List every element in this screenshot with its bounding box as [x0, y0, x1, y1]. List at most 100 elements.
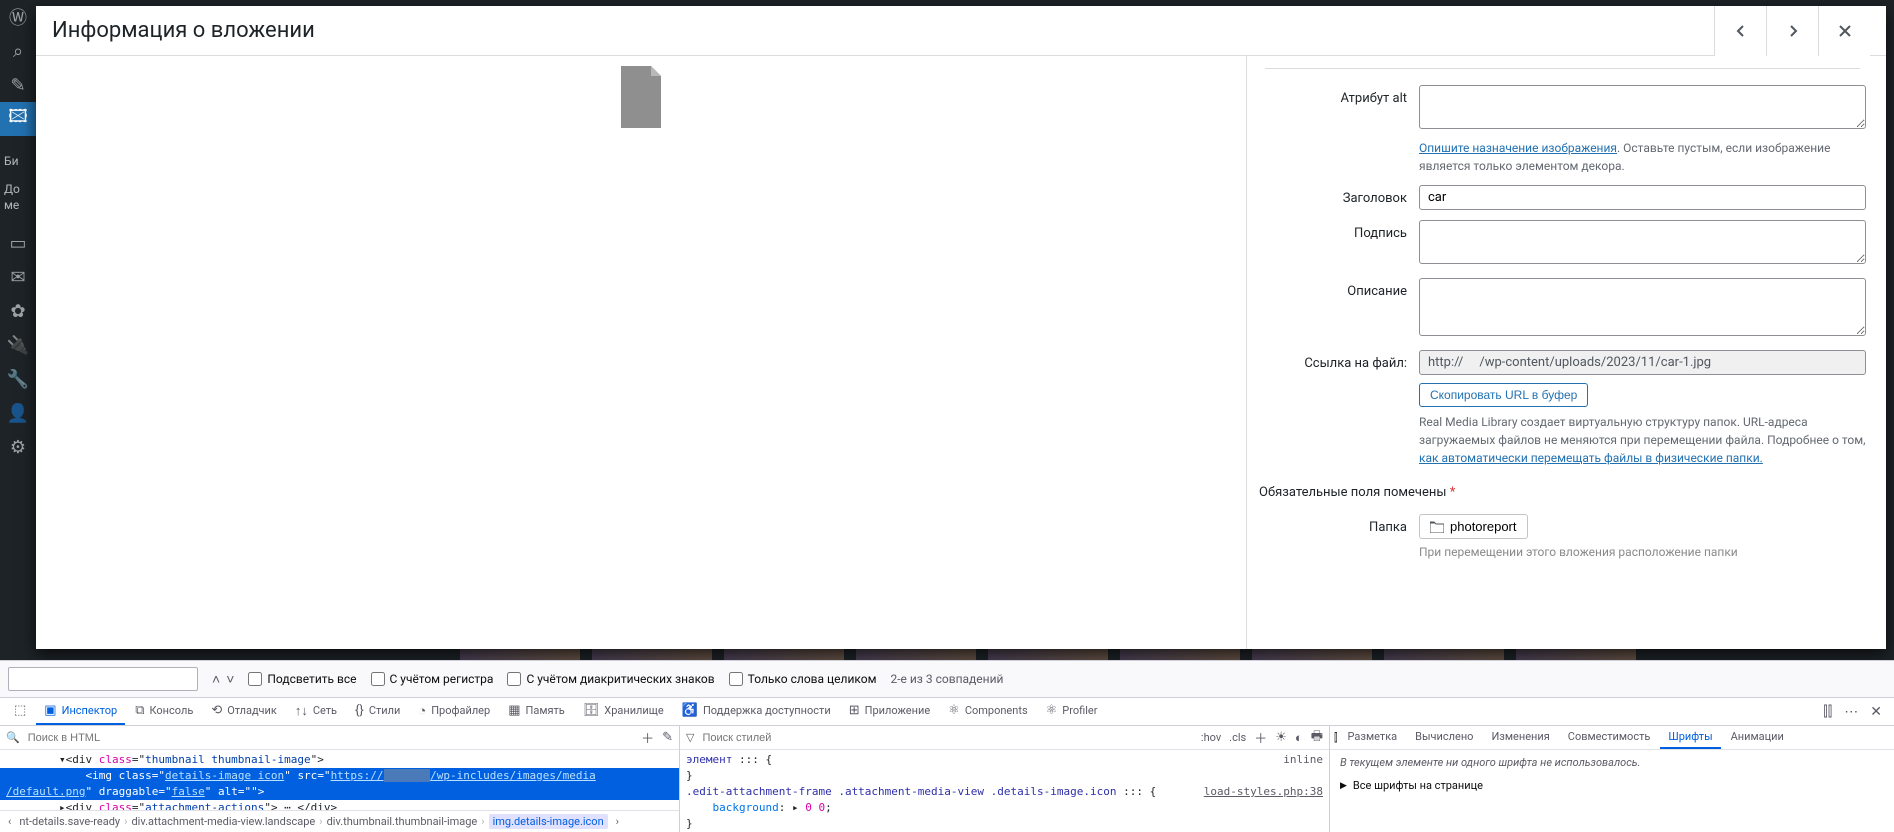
tab-network[interactable]: ↑↓Сеть: [287, 698, 345, 725]
posts-icon[interactable]: ✎: [0, 68, 36, 102]
tab-animations[interactable]: Анимации: [1723, 726, 1792, 749]
find-prev-icon[interactable]: ˄: [212, 671, 220, 688]
tab-storage[interactable]: 🗄Хранилище: [575, 698, 672, 725]
tab-layout[interactable]: Разметка: [1340, 726, 1406, 749]
tab-changes[interactable]: Изменения: [1483, 726, 1557, 749]
find-input[interactable]: [8, 667, 198, 691]
fileurl-label: Ссылка на файл:: [1259, 350, 1419, 467]
rml-note-link[interactable]: как автоматически перемещать файлы в физ…: [1419, 451, 1763, 465]
alt-text-input[interactable]: [1419, 85, 1866, 129]
folder-value: photoreport: [1450, 519, 1517, 534]
match-case-checkbox[interactable]: С учётом регистра: [371, 672, 494, 686]
tab-computed[interactable]: Вычислено: [1407, 726, 1481, 749]
all-fonts-toggle[interactable]: ▶ Все шрифты на странице: [1330, 775, 1894, 796]
users-icon[interactable]: 👤: [0, 396, 36, 430]
html-search-input[interactable]: [28, 732, 633, 744]
tab-accessibility[interactable]: ♿Поддержка доступности: [674, 698, 839, 725]
prev-attachment-button[interactable]: [1714, 6, 1766, 56]
next-attachment-button[interactable]: [1766, 6, 1818, 56]
settings-icon[interactable]: ⚙: [0, 430, 36, 464]
crumb-item[interactable]: nt-details.save-ready: [19, 815, 120, 828]
add-node-icon[interactable]: ＋: [641, 728, 654, 747]
new-rule-icon[interactable]: ＋: [1254, 728, 1267, 747]
css-rules[interactable]: элемент ::: {inline } .edit-attachment-f…: [680, 750, 1329, 832]
tab-react-profiler[interactable]: ⚛Profiler: [1038, 698, 1106, 725]
dashboard-icon[interactable]: ⌕: [0, 34, 36, 68]
expand-icon: ▶: [1340, 781, 1347, 791]
comments-icon[interactable]: ✉: [0, 260, 36, 294]
caption-input[interactable]: [1419, 220, 1866, 264]
crumb-next-icon[interactable]: ›: [612, 815, 623, 828]
wp-admin-sidebar: Ⓦ ⌕ ✎ 🖾 Би До ме ▭ ✉ ✿ 🔌 🔧 👤 ⚙: [0, 0, 36, 660]
crumb-item-active[interactable]: img.details-image.icon: [489, 814, 608, 829]
eyedropper-icon[interactable]: ✎: [662, 730, 673, 745]
tab-memory[interactable]: ▦Память: [500, 698, 573, 725]
tab-compat[interactable]: Совместимость: [1560, 726, 1659, 749]
tab-inspector[interactable]: ▣Инспектор: [36, 698, 125, 725]
rml-note: Real Media Library создает виртуальную с…: [1419, 413, 1866, 467]
highlight-all-checkbox[interactable]: Подсветить все: [248, 672, 356, 686]
attachment-details-modal: Информация о вложении: [36, 6, 1886, 649]
devtools-panel: ⬚ ▣Инспектор ⧉Консоль ⟲Отладчик ↑↓Сеть {…: [0, 698, 1894, 832]
tab-components[interactable]: ⚛Components: [940, 698, 1035, 725]
description-input[interactable]: [1419, 278, 1866, 336]
pick-element-icon[interactable]: ⬚: [6, 698, 34, 725]
modal-title: Информация о вложении: [52, 18, 1714, 43]
devtools-tabs: ⬚ ▣Инспектор ⧉Консоль ⟲Отладчик ↑↓Сеть {…: [0, 698, 1894, 726]
title-input[interactable]: [1419, 185, 1866, 210]
crumb-item[interactable]: div.thumbnail.thumbnail-image: [327, 815, 478, 828]
folder-label: Папка: [1259, 514, 1419, 561]
folder-move-note: При перемещении этого вложения расположе…: [1419, 543, 1866, 561]
wp-logo-icon[interactable]: Ⓦ: [0, 0, 36, 34]
hov-toggle[interactable]: :hov: [1201, 731, 1221, 744]
inspector-css-panel: ▽ :hov .cls ＋ ☀ ◐ 🖶 элемент ::: {inline …: [680, 726, 1330, 832]
modal-nav: [1714, 6, 1870, 56]
html-source-tree[interactable]: ▾<div class="thumbnail thumbnail-image">…: [0, 750, 679, 810]
fileurl-input[interactable]: [1419, 350, 1866, 375]
modal-header: Информация о вложении: [36, 6, 1886, 56]
crumb-prev-icon[interactable]: ‹: [4, 815, 15, 828]
tab-styles[interactable]: {}Стили: [347, 698, 408, 725]
search-icon: 🔍: [6, 731, 20, 744]
css-search-input[interactable]: [702, 732, 1192, 744]
alt-help-text: Опишите назначение изображения. Оставьте…: [1419, 139, 1866, 175]
appearance-icon[interactable]: ✿: [0, 294, 36, 328]
caption-label: Подпись: [1259, 220, 1419, 268]
plugins-icon[interactable]: 🔌: [0, 328, 36, 362]
tab-debugger[interactable]: ⟲Отладчик: [203, 698, 285, 725]
devtools-menu-icon[interactable]: ⋯: [1844, 704, 1858, 720]
toggle-sidebar-icon[interactable]: ⫿: [1334, 731, 1338, 745]
crumb-item[interactable]: div.attachment-media-view.landscape: [131, 815, 315, 828]
find-status: 2-е из 3 совпадений: [890, 672, 1003, 686]
dark-mode-icon[interactable]: ◐: [1295, 730, 1303, 746]
tab-fonts[interactable]: Шрифты: [1660, 726, 1720, 749]
right-panel-tabs: ⫿ Разметка Вычислено Изменения Совместим…: [1330, 726, 1894, 750]
sidebar-text: ме: [4, 198, 19, 212]
media-preview-area: [36, 56, 1246, 649]
cls-toggle[interactable]: .cls: [1229, 731, 1246, 744]
tab-profiler[interactable]: ◔Профайлер: [410, 698, 498, 725]
page-find-bar: ˄ ˅ Подсветить все С учётом регистра С у…: [0, 660, 1894, 698]
diacritics-checkbox[interactable]: С учётом диакритических знаков: [507, 672, 714, 686]
alt-label: Атрибут alt: [1259, 85, 1419, 175]
responsive-mode-icon[interactable]: ⫿⫿: [1823, 704, 1832, 720]
folder-select-button[interactable]: photoreport: [1419, 514, 1528, 539]
tools-icon[interactable]: 🔧: [0, 362, 36, 396]
pages-icon[interactable]: ▭: [0, 226, 36, 260]
file-placeholder-icon: [617, 66, 665, 128]
close-modal-button[interactable]: [1818, 6, 1870, 56]
find-next-icon[interactable]: ˅: [226, 671, 234, 688]
light-mode-icon[interactable]: ☀: [1275, 730, 1287, 745]
fonts-empty-message: В текущем элементе ни одного шрифта не и…: [1330, 750, 1894, 775]
required-fields-note: Обязательные поля помечены *: [1259, 485, 1866, 500]
copy-url-button[interactable]: Скопировать URL в буфер: [1419, 383, 1588, 407]
print-mode-icon[interactable]: 🖶: [1311, 727, 1323, 749]
attachment-details-pane: Атрибут alt Опишите назначение изображен…: [1246, 56, 1886, 649]
tab-console[interactable]: ⧉Консоль: [127, 698, 201, 725]
media-icon[interactable]: 🖾: [0, 102, 36, 136]
devtools-close-icon[interactable]: ✕: [1870, 704, 1882, 720]
description-label: Описание: [1259, 278, 1419, 340]
whole-words-checkbox[interactable]: Только слова целиком: [729, 672, 877, 686]
tab-application[interactable]: ⊞Приложение: [841, 698, 938, 725]
alt-help-link[interactable]: Опишите назначение изображения: [1419, 141, 1617, 155]
